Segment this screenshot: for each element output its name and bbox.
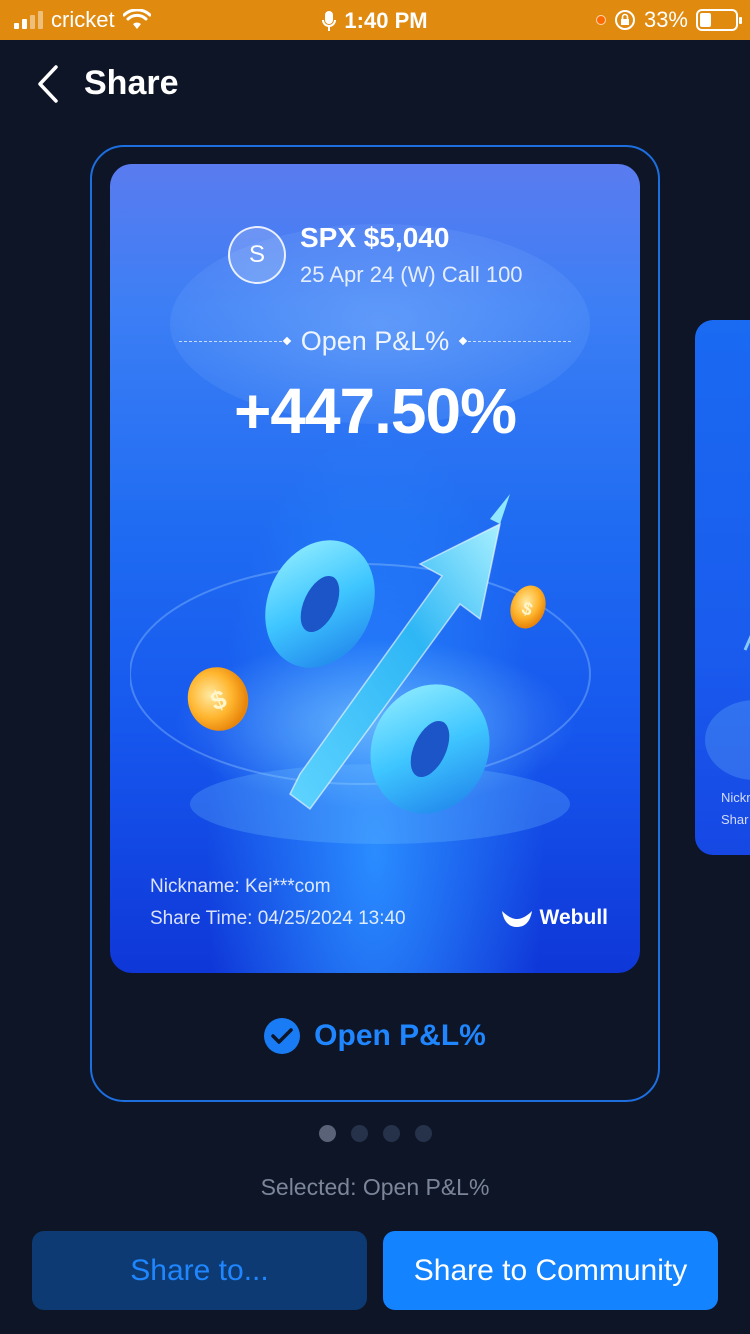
share-card[interactable]: S SPX $5,040 25 Apr 24 (W) Call 100 Open…: [110, 164, 640, 973]
peek-illustration: [705, 635, 750, 780]
back-button[interactable]: [28, 62, 68, 106]
mic-icon: [322, 11, 337, 31]
checkmark-icon: [264, 1018, 301, 1054]
metric-value: +447.50%: [233, 375, 517, 447]
status-left: cricket: [14, 0, 151, 40]
divider-line-left: [178, 340, 287, 342]
percent-arrow-illustration: $ $: [130, 494, 591, 844]
page-indicator: [0, 1125, 750, 1142]
battery-percent: 33%: [643, 7, 688, 32]
brand-logo: Webull: [500, 906, 608, 930]
carrier-name: cricket: [51, 7, 115, 32]
divider-line-right: [463, 340, 572, 342]
share-time-text: Share Time: 04/25/2024 13:40: [150, 908, 406, 929]
selected-label: Selected: Open P&L%: [260, 1174, 490, 1200]
page-title: Share: [84, 64, 179, 102]
next-share-card-peek[interactable]: Nickn Shar: [695, 320, 750, 855]
signal-icon: [14, 11, 43, 29]
page-dot[interactable]: [414, 1125, 432, 1142]
battery-icon: [696, 9, 742, 31]
card-option-toggle[interactable]: Open P&L%: [0, 1018, 750, 1054]
webull-logo-icon: [501, 911, 532, 927]
option-label: Open P&L%: [314, 1019, 486, 1052]
metric-label: Open P&L%: [300, 325, 450, 356]
contract-detail: 25 Apr 24 (W) Call 100: [300, 262, 523, 287]
brand-name: Webull: [539, 906, 608, 929]
status-right: 33%: [595, 0, 742, 40]
ticker-title: SPX $5,040: [300, 222, 450, 253]
orientation-lock-icon: [614, 10, 635, 30]
nav-bar: Share: [0, 40, 750, 128]
peek-nickname: Nickn: [721, 790, 750, 805]
page-dot[interactable]: [318, 1125, 336, 1142]
share-to-button[interactable]: Share to...: [32, 1231, 367, 1310]
status-time: 1:40 PM: [344, 8, 428, 33]
ticker-avatar: S: [228, 226, 286, 284]
peek-share-time: Shar: [721, 812, 749, 827]
page-dot[interactable]: [382, 1125, 400, 1142]
wifi-icon: [122, 9, 151, 29]
chevron-left-icon: [38, 65, 58, 103]
metric-header: Open P&L%: [170, 324, 580, 358]
nickname-text: Nickname: Kei***com: [150, 876, 331, 897]
status-bar: cricket 1:40 PM 33%: [0, 0, 750, 40]
privacy-indicator-icon: [595, 15, 606, 25]
page-dot[interactable]: [350, 1125, 368, 1142]
share-to-community-button[interactable]: Share to Community: [383, 1231, 718, 1310]
